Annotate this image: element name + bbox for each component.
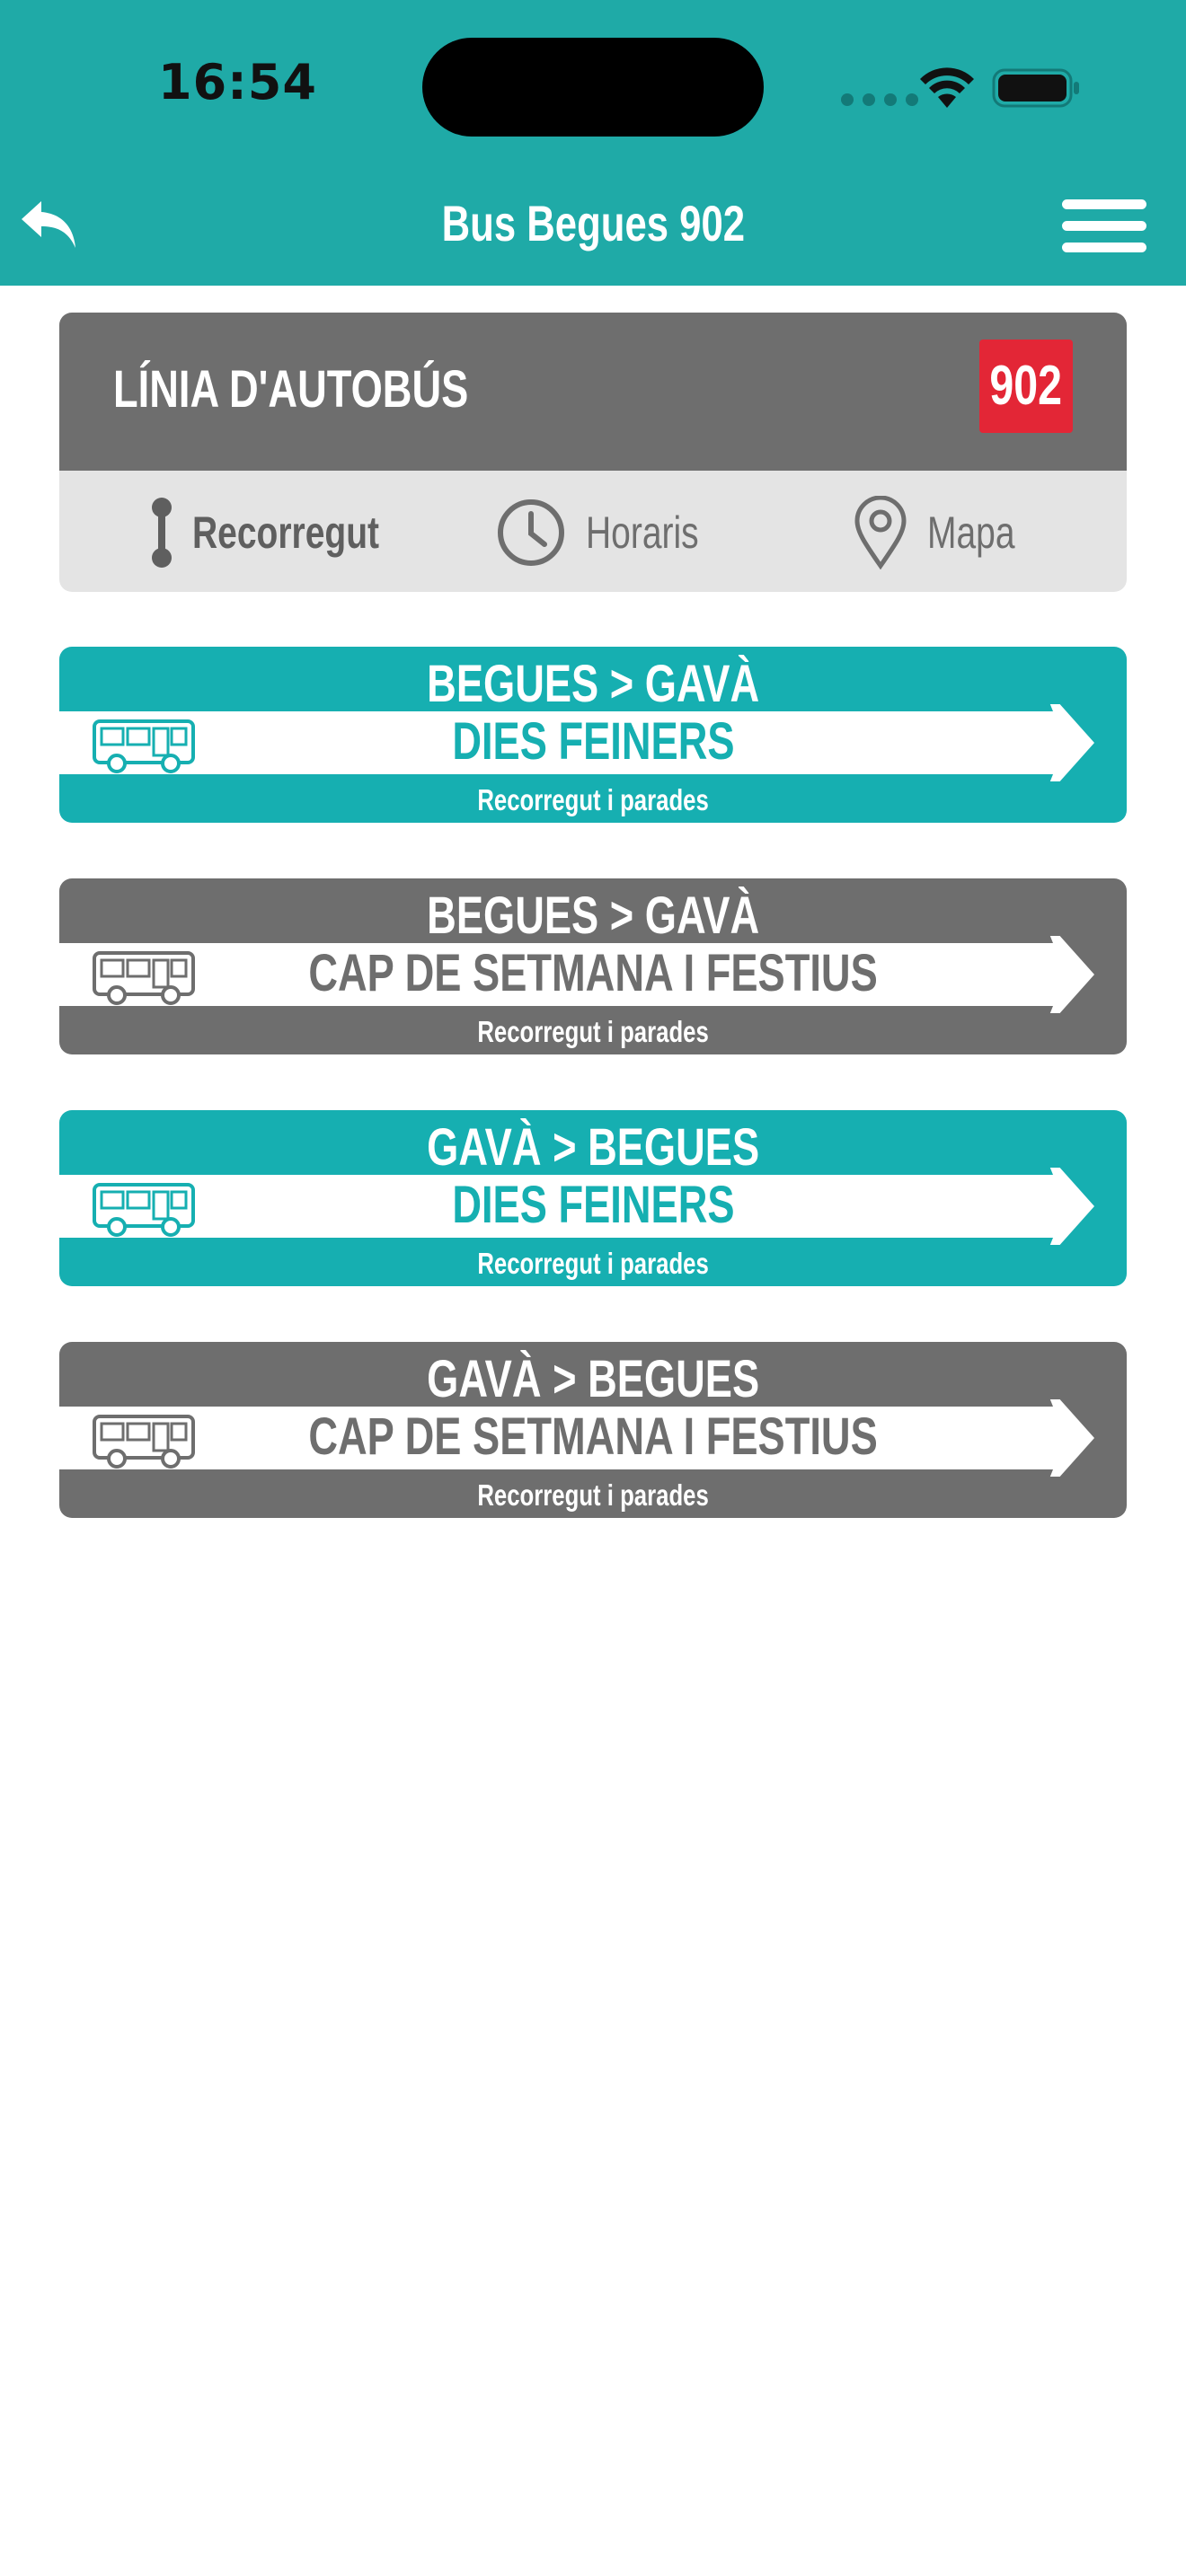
- wifi-icon: [920, 67, 974, 108]
- tab-horaris[interactable]: Horaris: [496, 492, 730, 573]
- route-subtitle: Recorregut i parades: [477, 1247, 709, 1280]
- page-title: Bus Begues 902: [441, 195, 745, 251]
- cellular-signal-icon: [841, 93, 918, 106]
- route-subtitle: Recorregut i parades: [477, 783, 709, 816]
- hamburger-menu-icon[interactable]: [1062, 199, 1146, 253]
- route-subtitle: Recorregut i parades: [477, 1015, 709, 1048]
- line-card: LÍNIA D'AUTOBÚS 902 Recorregut Horaris M…: [59, 313, 1127, 592]
- tab-recorregut-label: Recorregut: [192, 507, 380, 558]
- route-line-icon: [152, 498, 172, 568]
- route-button-gava-begues-feiners[interactable]: GAVÀ > BEGUES DIES FEINERS Recorregut i …: [59, 1110, 1127, 1286]
- status-time: 16:54: [158, 54, 317, 110]
- map-pin-icon: [854, 496, 907, 569]
- route-service: CAP DE SETMANA I FESTIUS: [308, 944, 878, 1002]
- route-button-begues-gava-festius[interactable]: BEGUES > GAVÀ CAP DE SETMANA I FESTIUS R…: [59, 878, 1127, 1054]
- tab-recorregut[interactable]: Recorregut: [146, 492, 432, 573]
- tab-horaris-label: Horaris: [586, 507, 699, 558]
- route-subtitle: Recorregut i parades: [477, 1478, 709, 1512]
- route-button-gava-begues-festius[interactable]: GAVÀ > BEGUES CAP DE SETMANA I FESTIUS R…: [59, 1342, 1127, 1518]
- battery-icon: [992, 68, 1079, 108]
- clock-icon: [498, 499, 564, 566]
- line-label: LÍNIA D'AUTOBÚS: [113, 360, 469, 419]
- route-button-begues-gava-feiners[interactable]: BEGUES > GAVÀ DIES FEINERS Recorregut i …: [59, 647, 1127, 823]
- dynamic-island: [422, 38, 764, 137]
- route-service: DIES FEINERS: [451, 1176, 735, 1234]
- route-service: CAP DE SETMANA I FESTIUS: [308, 1407, 878, 1466]
- line-card-header: LÍNIA D'AUTOBÚS 902: [59, 313, 1127, 471]
- tab-mapa[interactable]: Mapa: [854, 492, 1040, 573]
- app-header: 16:54 Bus Begues 902: [0, 0, 1186, 286]
- line-number-badge: 902: [979, 340, 1073, 433]
- route-service: DIES FEINERS: [451, 712, 735, 771]
- tab-mapa-label: Mapa: [927, 507, 1015, 558]
